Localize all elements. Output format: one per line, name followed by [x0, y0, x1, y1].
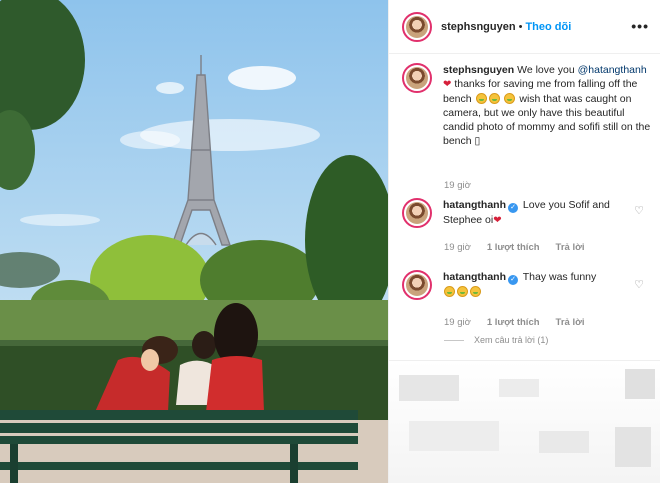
- view-replies-label: Xem câu trả lời (1): [474, 335, 549, 345]
- caption-username[interactable]: stephsnguyen: [443, 64, 514, 76]
- heart-outline-icon[interactable]: ♡: [634, 204, 644, 217]
- commenter-username[interactable]: hatangthanh: [443, 199, 506, 211]
- author-username[interactable]: stephsnguyen: [441, 21, 516, 33]
- post-photo[interactable]: [0, 0, 388, 483]
- caption-text-4: ▯: [474, 135, 481, 147]
- author-avatar[interactable]: [402, 11, 432, 42]
- follow-button[interactable]: Theo dõi: [525, 21, 571, 33]
- grin-emoji-icon: [504, 93, 516, 104]
- comment-time[interactable]: 19 giờ: [444, 242, 471, 253]
- caption-time[interactable]: 19 giờ: [444, 180, 471, 191]
- caption: stephsnguyen We love you @hatangthanh ❤ …: [402, 63, 652, 148]
- verified-badge-icon: ✓: [508, 275, 518, 285]
- reply-button[interactable]: Trả lời: [556, 242, 585, 253]
- commenter-avatar[interactable]: [402, 270, 432, 300]
- comment-item: hatangthanh ✓ Love you Sofif and Stephee …: [402, 198, 652, 228]
- comment-meta: 19 giờ 1 lượt thích Trả lời: [444, 317, 584, 328]
- more-options-icon[interactable]: •••: [631, 18, 649, 34]
- view-replies-button[interactable]: Xem câu trả lời (1): [444, 335, 548, 345]
- replies-divider: [444, 339, 464, 341]
- heart-emoji-icon: ❤: [443, 79, 452, 90]
- caption-avatar[interactable]: [402, 63, 432, 93]
- comment-meta: 19 giờ 1 lượt thích Trả lời: [444, 242, 584, 253]
- comment-item: hatangthanh ✓ Thay was funny: [402, 270, 652, 300]
- comment-body: Thay was funny: [522, 271, 597, 283]
- caption-meta: 19 giờ: [444, 180, 471, 191]
- commenter-username[interactable]: hatangthanh: [443, 271, 506, 283]
- commenter-avatar[interactable]: [402, 198, 432, 228]
- heart-emoji-icon: ❤: [493, 215, 502, 226]
- grin-emoji-icon: [444, 286, 455, 297]
- blurred-area: [389, 360, 660, 483]
- heart-outline-icon[interactable]: ♡: [634, 278, 644, 291]
- post-header: stephsnguyen • Theo dõi •••: [389, 0, 660, 54]
- comments-panel: stephsnguyen • Theo dõi ••• stephsnguyen…: [388, 0, 660, 483]
- grin-emoji-icon: [488, 93, 500, 104]
- comment-likes[interactable]: 1 lượt thích: [487, 242, 540, 253]
- reply-button[interactable]: Trả lời: [556, 317, 585, 328]
- comment-likes[interactable]: 1 lượt thích: [487, 317, 540, 328]
- caption-text: stephsnguyen We love you @hatangthanh ❤ …: [443, 63, 652, 148]
- caption-mention[interactable]: @hatangthanh: [578, 64, 647, 76]
- eiffel-tower-photo: [0, 0, 388, 483]
- grin-emoji-icon: [457, 286, 468, 297]
- comment-text: hatangthanh ✓ Thay was funny: [443, 270, 613, 300]
- grin-emoji-icon: [475, 93, 487, 104]
- verified-badge-icon: ✓: [508, 203, 518, 213]
- grin-emoji-icon: [470, 286, 481, 297]
- comment-text: hatangthanh ✓ Love you Sofif and Stephee …: [443, 198, 613, 228]
- header-separator: •: [518, 20, 523, 33]
- comment-time[interactable]: 19 giờ: [444, 317, 471, 328]
- caption-text-1: We love you: [517, 64, 575, 76]
